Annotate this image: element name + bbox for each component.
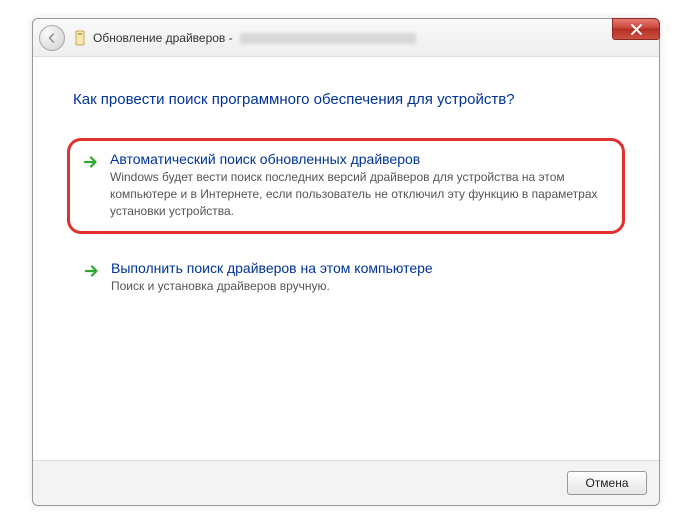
option-auto-desc: Windows будет вести поиск последних верс… <box>110 169 610 219</box>
arrow-right-icon <box>83 262 101 280</box>
content-area: Как провести поиск программного обеспече… <box>33 57 659 460</box>
back-button[interactable] <box>39 25 65 51</box>
device-icon <box>73 30 87 46</box>
page-heading: Как провести поиск программного обеспече… <box>73 91 619 108</box>
arrow-right-icon <box>82 153 100 171</box>
close-icon <box>631 24 642 35</box>
option-manual-desc: Поиск и установка драйверов вручную. <box>111 278 609 295</box>
driver-update-wizard-window: Обновление драйверов - Как провести поис… <box>32 18 660 506</box>
cancel-button[interactable]: Отмена <box>567 471 647 495</box>
option-auto-title: Автоматический поиск обновленных драйвер… <box>110 151 610 167</box>
titlebar: Обновление драйверов - <box>33 19 659 57</box>
option-manual-body: Выполнить поиск драйверов на этом компью… <box>111 260 609 295</box>
option-auto-body: Автоматический поиск обновленных драйвер… <box>110 151 610 219</box>
close-button[interactable] <box>612 18 660 40</box>
footer: Отмена <box>33 460 659 505</box>
title-prefix: Обновление драйверов - <box>93 31 233 45</box>
device-name-redacted <box>240 33 416 44</box>
option-auto-search[interactable]: Автоматический поиск обновленных драйвер… <box>67 138 625 234</box>
option-manual-search[interactable]: Выполнить поиск драйверов на этом компью… <box>73 252 619 303</box>
option-manual-title: Выполнить поиск драйверов на этом компью… <box>111 260 609 276</box>
window-title: Обновление драйверов - <box>93 31 416 45</box>
back-arrow-icon <box>46 32 58 44</box>
